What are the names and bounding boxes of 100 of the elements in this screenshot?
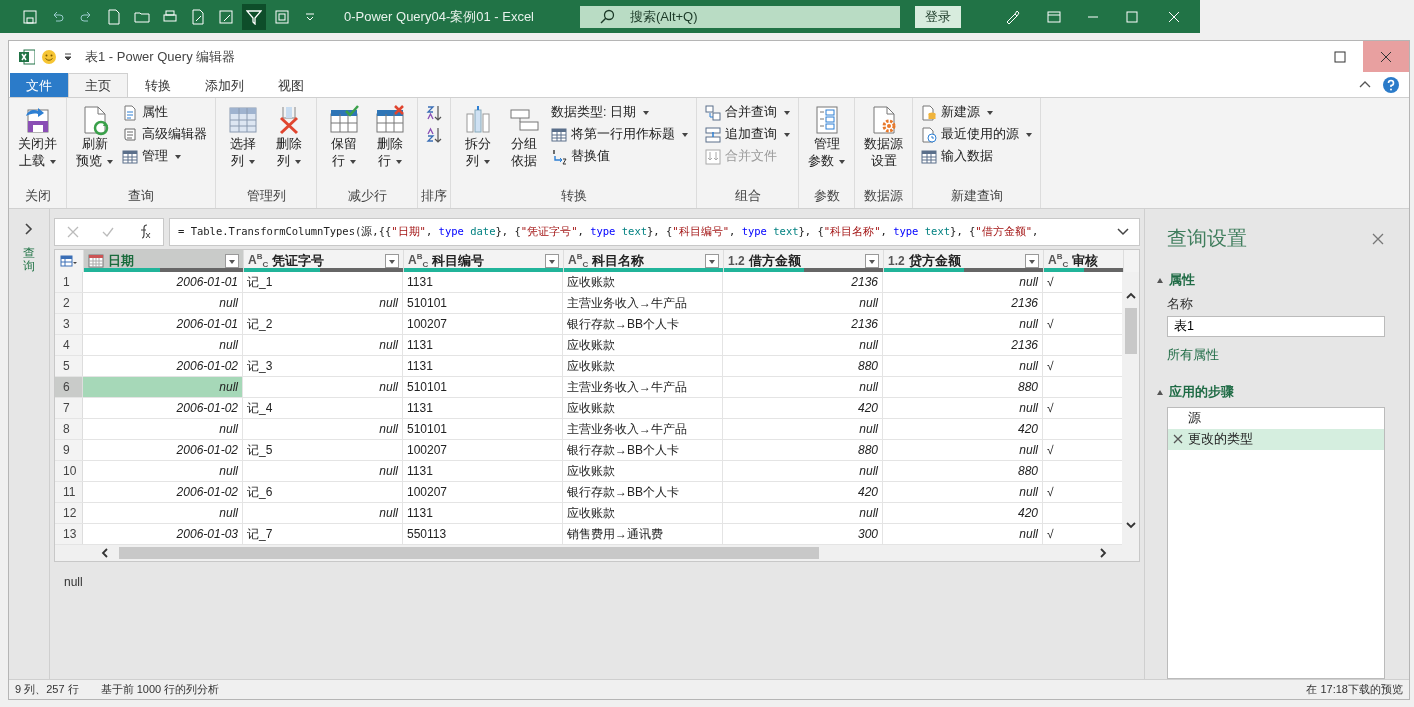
table-cell: 420	[883, 503, 1043, 523]
ribbon-button[interactable]: 合并查询	[703, 102, 792, 123]
table-check-icon	[328, 104, 360, 136]
help-button[interactable]	[1383, 77, 1399, 93]
applied-step[interactable]: 更改的类型	[1168, 428, 1384, 450]
row-number[interactable]: 5	[55, 356, 83, 376]
filter-dropdown[interactable]	[225, 254, 239, 268]
form-icon	[274, 8, 290, 25]
ribbon-button[interactable]: 保留 行	[323, 102, 365, 172]
table-cell: 550113	[403, 524, 563, 544]
column-header[interactable]: A$^{B}$$_{C}$ 凭证字号	[244, 250, 404, 272]
ribbon-tab[interactable]: 转换	[128, 73, 188, 97]
table-cell: 记_1	[243, 272, 403, 292]
ribbon-button[interactable]: 最近使用的源	[919, 124, 1034, 145]
group-label: 关闭	[23, 187, 52, 205]
maximize-icon	[1124, 8, 1140, 25]
status-text: 基于前 1000 行的列分析	[100, 682, 220, 697]
filter-dropdown[interactable]	[545, 254, 559, 268]
column-name: 借方金额	[748, 252, 802, 270]
spreadsheet-logo-icon	[19, 48, 35, 65]
ribbon-button[interactable]: 新建源	[919, 102, 1034, 123]
ribbon-button[interactable]: 拆分 列	[457, 102, 499, 172]
data-type-dropdown[interactable]: 数据类型: 日期	[549, 102, 690, 123]
row-number[interactable]: 12	[55, 503, 83, 523]
ribbon-button[interactable]: 选择 列	[222, 102, 264, 172]
filter-dropdown[interactable]	[385, 254, 399, 268]
scroll-right-icon	[1097, 547, 1109, 559]
table-cell: 2136	[723, 314, 883, 334]
ribbon-button[interactable]: 删除 行	[369, 102, 411, 172]
row-number[interactable]: 7	[55, 398, 83, 418]
search-field[interactable]: 搜索(Alt+Q)	[580, 5, 900, 28]
row-number[interactable]: 11	[55, 482, 83, 502]
column-header[interactable]: 1.2 借方金额	[724, 250, 884, 272]
caret-icon	[868, 257, 876, 265]
caret-icon	[388, 257, 396, 265]
all-properties-link[interactable]: 所有属性	[1167, 346, 1219, 364]
ribbon-button[interactable]: 高级编辑器	[120, 124, 209, 145]
ribbon-button[interactable]: 删除 列	[268, 102, 310, 172]
ribbon-button[interactable]: 输入数据	[919, 146, 1034, 167]
filter-dropdown[interactable]	[865, 254, 879, 268]
type-label[interactable]: 1.2	[888, 254, 905, 268]
filter-dropdown[interactable]	[1025, 254, 1039, 268]
ribbon-button[interactable]: 管理	[120, 146, 209, 167]
filter-dropdown[interactable]	[705, 254, 719, 268]
ribbon-button[interactable]: 关闭并 上载	[15, 102, 60, 172]
expand-icon[interactable]	[1157, 278, 1163, 283]
column-header[interactable]: 1.2 贷方金额	[884, 250, 1044, 272]
group-label: 排序	[420, 187, 448, 205]
column-header[interactable]: A$^{B}$$_{C}$ 科目编号	[404, 250, 564, 272]
column-name: 凭证字号	[272, 252, 326, 270]
row-number[interactable]: 8	[55, 419, 83, 439]
row-number[interactable]: 9	[55, 440, 83, 460]
ribbon-button[interactable]: 数据源 设置	[861, 102, 906, 172]
caret-icon	[350, 159, 356, 164]
scrollbar-thumb[interactable]	[119, 547, 819, 559]
document-edit-icon	[190, 8, 206, 25]
table-icon	[921, 148, 937, 165]
row-number[interactable]: 10	[55, 461, 83, 481]
login-button[interactable]: 登录	[915, 5, 961, 28]
row-number[interactable]: 13	[55, 524, 83, 544]
name-input-field[interactable]: 表1	[1167, 316, 1385, 337]
filter-button[interactable]	[242, 3, 266, 30]
expand-icon[interactable]	[1157, 389, 1163, 395]
ribbon-button[interactable]: 替换值	[549, 146, 690, 167]
column-name: 贷方金额	[908, 252, 962, 270]
column-name: 科目名称	[592, 252, 646, 270]
file-tab[interactable]: 文件	[10, 73, 68, 97]
ribbon-button[interactable]: 属性	[120, 102, 209, 123]
ribbon-tab[interactable]: 视图	[261, 73, 321, 97]
table-cell: 主营业务收入→牛产品	[563, 419, 723, 439]
column-header[interactable]: 日期	[84, 250, 244, 272]
caret-icon	[249, 159, 255, 164]
caret-icon	[295, 159, 301, 164]
table-cell: 100207	[403, 440, 563, 460]
row-number[interactable]: 3	[55, 314, 83, 334]
type-label[interactable]: 1.2	[728, 254, 745, 268]
table-cell: 应收账款	[563, 503, 723, 523]
group-label: 管理列	[245, 187, 287, 205]
ribbon-button[interactable]: 分组 依据	[503, 102, 545, 172]
column-header[interactable]: A$^{B}$$_{C}$ 科目名称	[564, 250, 724, 272]
table-cell: null	[883, 356, 1043, 376]
column-header[interactable]: A$^{B}$$_{C}$ 审核	[1044, 250, 1124, 272]
table-cell: 记_4	[243, 398, 403, 418]
document-clock-icon	[921, 126, 937, 143]
table-cell: null	[243, 335, 403, 355]
ribbon-button[interactable]: 管理 参数	[805, 102, 848, 172]
row-number[interactable]: 1	[55, 272, 83, 292]
ribbon-button[interactable]: 将第一行用作标题	[549, 124, 690, 145]
ribbon-tab[interactable]: 主页	[68, 73, 128, 97]
table-cell: 2006-01-01	[83, 314, 243, 334]
ribbon-button[interactable]: 刷新 预览	[73, 102, 116, 172]
ribbon-tab[interactable]: 添加列	[188, 73, 261, 97]
ribbon-button[interactable]: 追加查询	[703, 124, 792, 145]
group-label: 数据源	[863, 187, 904, 205]
row-number[interactable]: 2	[55, 293, 83, 313]
row-number[interactable]: 4	[55, 335, 83, 355]
column-name: 科目编号	[432, 252, 486, 270]
applied-step[interactable]: 源	[1168, 407, 1384, 429]
row-number[interactable]: 6	[55, 377, 83, 397]
scrollbar-thumb[interactable]	[1124, 308, 1137, 354]
